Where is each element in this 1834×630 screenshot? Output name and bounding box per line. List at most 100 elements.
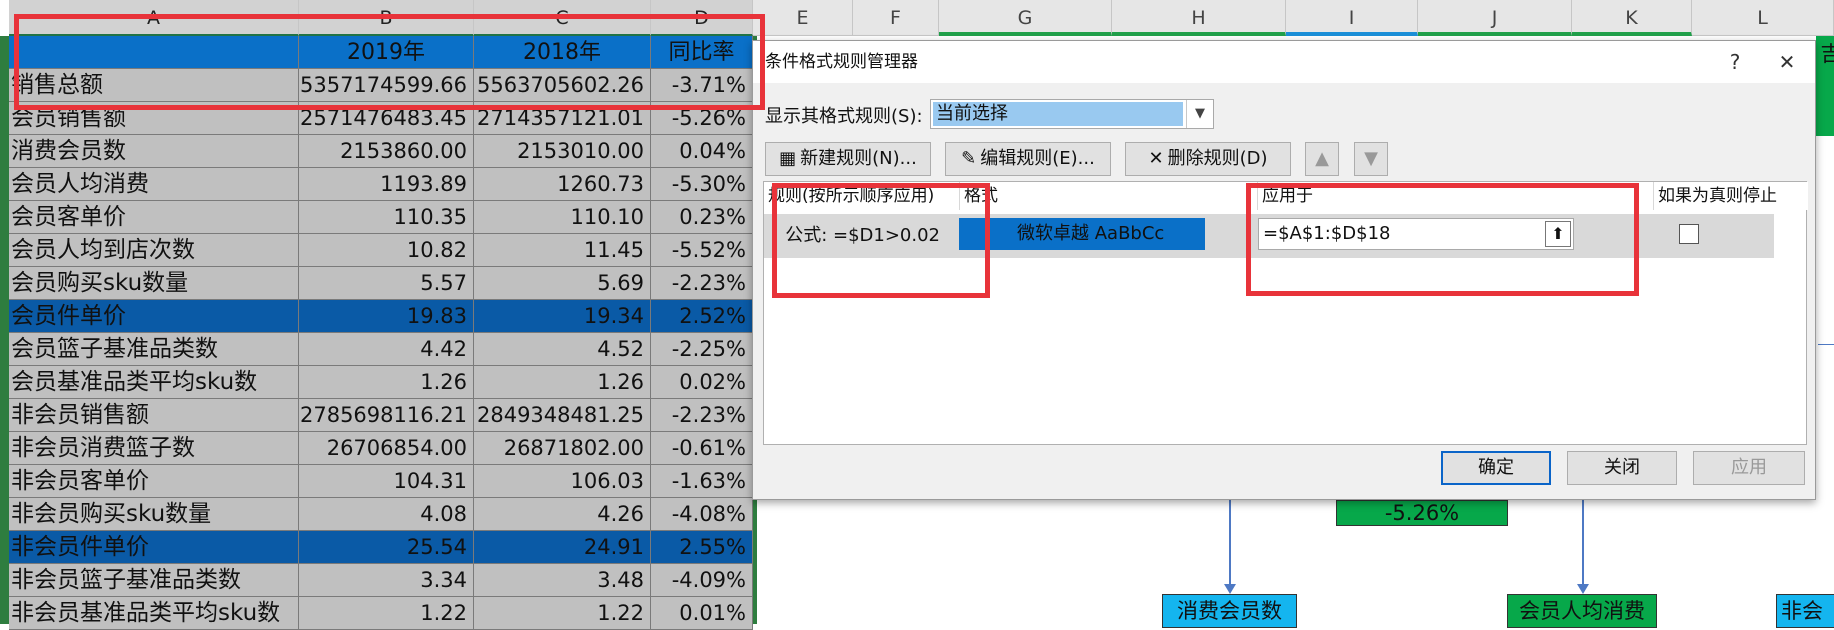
diagram-box-top-right[interactable]: 吉: [1816, 36, 1834, 136]
cell-label[interactable]: 消费会员数: [9, 135, 299, 168]
cell-2019[interactable]: 1.22: [299, 597, 474, 630]
delete-rule-button[interactable]: ✕删除规则(D): [1125, 142, 1291, 176]
cell-2018[interactable]: 2714357121.01: [474, 102, 651, 135]
cell-2018[interactable]: 1.26: [474, 366, 651, 399]
cell-label[interactable]: 非会员消费篮子数: [9, 432, 299, 465]
cell-label[interactable]: 非会员客单价: [9, 465, 299, 498]
header-cell-d[interactable]: 同比率: [651, 36, 753, 69]
cell-yoy[interactable]: 2.52%: [651, 300, 753, 333]
column-header-e[interactable]: E: [753, 0, 853, 36]
cell-2019[interactable]: 2153860.00: [299, 135, 474, 168]
cell-label[interactable]: 会员篮子基准品类数: [9, 333, 299, 366]
cell-2019[interactable]: 2785698116.21: [299, 399, 474, 432]
cell-2019[interactable]: 110.35: [299, 201, 474, 234]
column-header-c[interactable]: C: [474, 0, 651, 36]
cell-label[interactable]: 非会员购买sku数量: [9, 498, 299, 531]
cell-2019[interactable]: 2571476483.45: [299, 102, 474, 135]
show-rules-select[interactable]: 当前选择 ▼: [930, 99, 1214, 129]
cell-yoy[interactable]: -3.71%: [651, 69, 753, 102]
cell-2018[interactable]: 1260.73: [474, 168, 651, 201]
cell-2018[interactable]: 2153010.00: [474, 135, 651, 168]
cell-yoy[interactable]: -0.61%: [651, 432, 753, 465]
cell-2018[interactable]: 106.03: [474, 465, 651, 498]
close-icon[interactable]: ✕: [1765, 41, 1809, 83]
column-header-i[interactable]: I: [1286, 0, 1418, 36]
cell-yoy[interactable]: -2.25%: [651, 333, 753, 366]
cell-label[interactable]: 非会员篮子基准品类数: [9, 564, 299, 597]
cell-yoy[interactable]: 0.02%: [651, 366, 753, 399]
header-cell-c[interactable]: 2018年: [474, 36, 651, 69]
cell-2018[interactable]: 4.52: [474, 333, 651, 366]
column-header-b[interactable]: B: [299, 0, 474, 36]
new-rule-button[interactable]: ▦新建规则(N)...: [765, 142, 931, 176]
cell-2018[interactable]: 110.10: [474, 201, 651, 234]
column-header-d[interactable]: D: [651, 0, 753, 36]
cell-label[interactable]: 会员件单价: [9, 300, 299, 333]
cell-2019[interactable]: 4.42: [299, 333, 474, 366]
rule-row[interactable]: 公式: =$D1>0.02 微软卓越 AaBbCc =$A$1:$D$18 ⬆: [764, 214, 1774, 258]
move-down-button[interactable]: ▼: [1354, 142, 1388, 176]
cell-2018[interactable]: 3.48: [474, 564, 651, 597]
cell-yoy[interactable]: 0.23%: [651, 201, 753, 234]
cell-2019[interactable]: 5.57: [299, 267, 474, 300]
cell-2019[interactable]: 3.34: [299, 564, 474, 597]
cell-2018[interactable]: 2849348481.25: [474, 399, 651, 432]
cell-2019[interactable]: 26706854.00: [299, 432, 474, 465]
close-button[interactable]: 关闭: [1567, 451, 1677, 485]
cell-label[interactable]: 会员购买sku数量: [9, 267, 299, 300]
cell-2019[interactable]: 104.31: [299, 465, 474, 498]
cell-2018[interactable]: 19.34: [474, 300, 651, 333]
cell-label[interactable]: 非会员销售额: [9, 399, 299, 432]
cell-2019[interactable]: 19.83: [299, 300, 474, 333]
cell-2018[interactable]: 5.69: [474, 267, 651, 300]
column-header-h[interactable]: H: [1112, 0, 1286, 36]
cell-2019[interactable]: 1.26: [299, 366, 474, 399]
cell-2018[interactable]: 5563705602.26: [474, 69, 651, 102]
cell-yoy[interactable]: -4.09%: [651, 564, 753, 597]
cell-2018[interactable]: 1.22: [474, 597, 651, 630]
diagram-box-members[interactable]: 消费会员数: [1162, 594, 1297, 628]
cell-yoy[interactable]: -5.26%: [651, 102, 753, 135]
cell-label[interactable]: 会员人均到店次数: [9, 234, 299, 267]
cell-yoy[interactable]: -4.08%: [651, 498, 753, 531]
cell-2018[interactable]: 4.26: [474, 498, 651, 531]
collapse-dialog-icon[interactable]: ⬆: [1545, 221, 1571, 247]
cell-label[interactable]: 销售总额: [9, 69, 299, 102]
cell-yoy[interactable]: -2.23%: [651, 399, 753, 432]
header-cell-a[interactable]: [9, 36, 299, 69]
help-button[interactable]: ?: [1713, 41, 1757, 83]
cell-2018[interactable]: 11.45: [474, 234, 651, 267]
cell-yoy[interactable]: 2.55%: [651, 531, 753, 564]
cell-2018[interactable]: 26871802.00: [474, 432, 651, 465]
column-header-j[interactable]: J: [1418, 0, 1572, 36]
cell-label[interactable]: 非会员件单价: [9, 531, 299, 564]
column-header-g[interactable]: G: [939, 0, 1112, 36]
cell-2019[interactable]: 10.82: [299, 234, 474, 267]
cell-yoy[interactable]: -2.23%: [651, 267, 753, 300]
stop-if-true-checkbox[interactable]: [1679, 224, 1699, 244]
dialog-titlebar[interactable]: 条件格式规则管理器 ? ✕: [753, 41, 1815, 83]
cell-label[interactable]: 非会员基准品类平均sku数: [9, 597, 299, 630]
applies-to-input[interactable]: =$A$1:$D$18 ⬆: [1258, 218, 1574, 250]
column-header-f[interactable]: F: [853, 0, 939, 36]
diagram-box-avg-spend[interactable]: 会员人均消费: [1507, 594, 1657, 628]
cell-label[interactable]: 会员基准品类平均sku数: [9, 366, 299, 399]
cell-yoy[interactable]: -5.52%: [651, 234, 753, 267]
cell-label[interactable]: 会员客单价: [9, 201, 299, 234]
header-cell-b[interactable]: 2019年: [299, 36, 474, 69]
diagram-box-nonmember[interactable]: 非会: [1776, 594, 1834, 628]
ok-button[interactable]: 确定: [1441, 451, 1551, 485]
cell-yoy[interactable]: -1.63%: [651, 465, 753, 498]
column-header-a[interactable]: A: [9, 0, 299, 36]
cell-2019[interactable]: 5357174599.66: [299, 69, 474, 102]
cell-label[interactable]: 会员人均消费: [9, 168, 299, 201]
column-header-l[interactable]: L: [1692, 0, 1834, 36]
cell-yoy[interactable]: 0.04%: [651, 135, 753, 168]
cell-2019[interactable]: 4.08: [299, 498, 474, 531]
cell-2019[interactable]: 1193.89: [299, 168, 474, 201]
cell-label[interactable]: 会员销售额: [9, 102, 299, 135]
cell-yoy[interactable]: -5.30%: [651, 168, 753, 201]
cell-2019[interactable]: 25.54: [299, 531, 474, 564]
cell-2018[interactable]: 24.91: [474, 531, 651, 564]
move-up-button[interactable]: ▲: [1305, 142, 1339, 176]
